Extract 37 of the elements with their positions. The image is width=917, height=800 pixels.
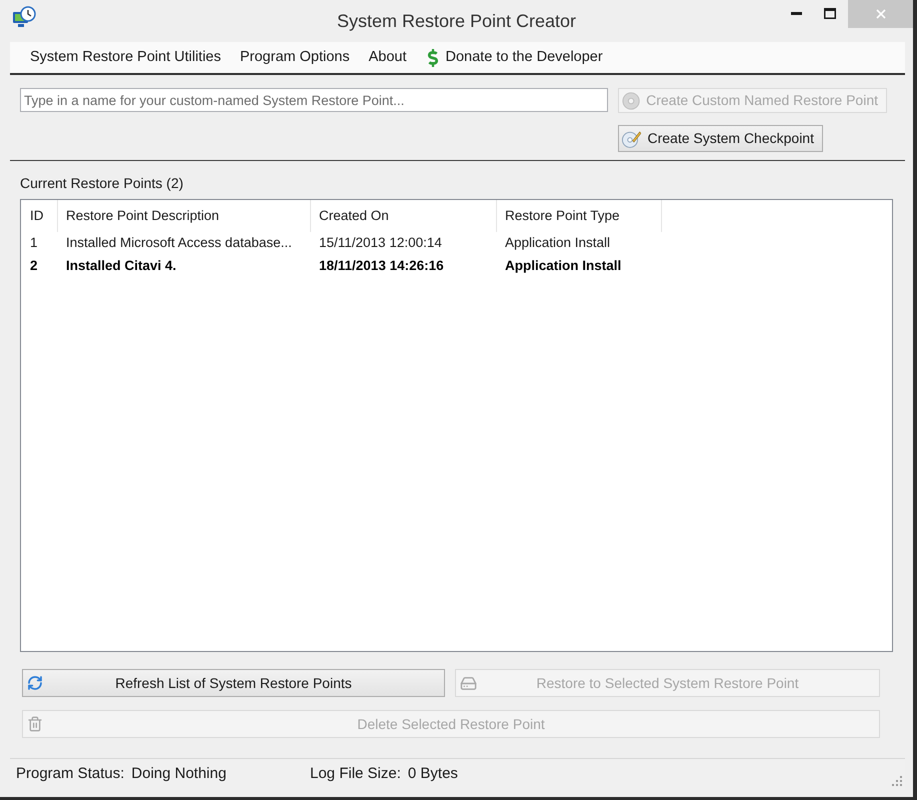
window-title: System Restore Point Creator: [336, 10, 576, 33]
disc-pencil-icon: [622, 128, 642, 148]
disc-icon: [622, 90, 640, 110]
table-cell-text: Application Install: [504, 257, 622, 276]
status-label: Program Status:: [16, 764, 124, 784]
list-row[interactable]: 1 Installed Microsoft Access database... 15/11/2013 12:00:14 Application Install: [22, 232, 892, 255]
hard-drive-icon: [460, 674, 477, 692]
table-cell-text: 18/11/2013 14:26:16: [318, 257, 445, 276]
refresh-icon: [27, 675, 43, 691]
restore-point-name-field[interactable]: Type in a name for your custom-named System Restore Point...: [20, 88, 608, 112]
status-label: Log File Size:: [310, 764, 401, 784]
menu-item[interactable]: Program Options: [232, 44, 358, 72]
action-button[interactable]: Refresh List of System Restore Points: [22, 669, 445, 697]
column-header[interactable]: Created On: [311, 200, 497, 232]
maximize-icon: [824, 8, 836, 18]
minimize-icon: [790, 12, 802, 14]
column-header[interactable]: ID: [22, 200, 58, 232]
table-cell-text: 2: [29, 257, 39, 276]
table-cell-text: 15/11/2013 12:00:14: [318, 234, 443, 252]
column-header[interactable]: Restore Point Type: [497, 200, 662, 232]
menu-item[interactable]: System Restore Point Utilities: [22, 44, 229, 72]
column-header[interactable]: Restore Point Description: [58, 200, 311, 232]
status-value: 0 Bytes: [408, 764, 458, 784]
menu-item[interactable]: Donate to the Developer: [418, 44, 609, 72]
table-cell-text: Installed Microsoft Access database...: [65, 234, 293, 252]
action-button[interactable]: Create System Checkpoint: [618, 125, 823, 152]
table-cell-text: Installed Citavi 4.: [65, 257, 178, 276]
size-grip-icon: [891, 775, 902, 786]
list-title: Current Restore Points (2): [20, 175, 184, 192]
close-icon: [876, 9, 886, 19]
list-row[interactable]: 2 Installed Citavi 4. 18/11/2013 14:26:16 Application Install: [22, 255, 892, 278]
computer-clock-icon: [12, 6, 36, 30]
table-cell-text: Application Install: [504, 234, 612, 252]
status-value: Doing Nothing: [131, 764, 226, 784]
menu-item[interactable]: About: [360, 44, 414, 72]
trash-icon: [27, 716, 43, 732]
table-cell-text: 1: [29, 234, 39, 252]
